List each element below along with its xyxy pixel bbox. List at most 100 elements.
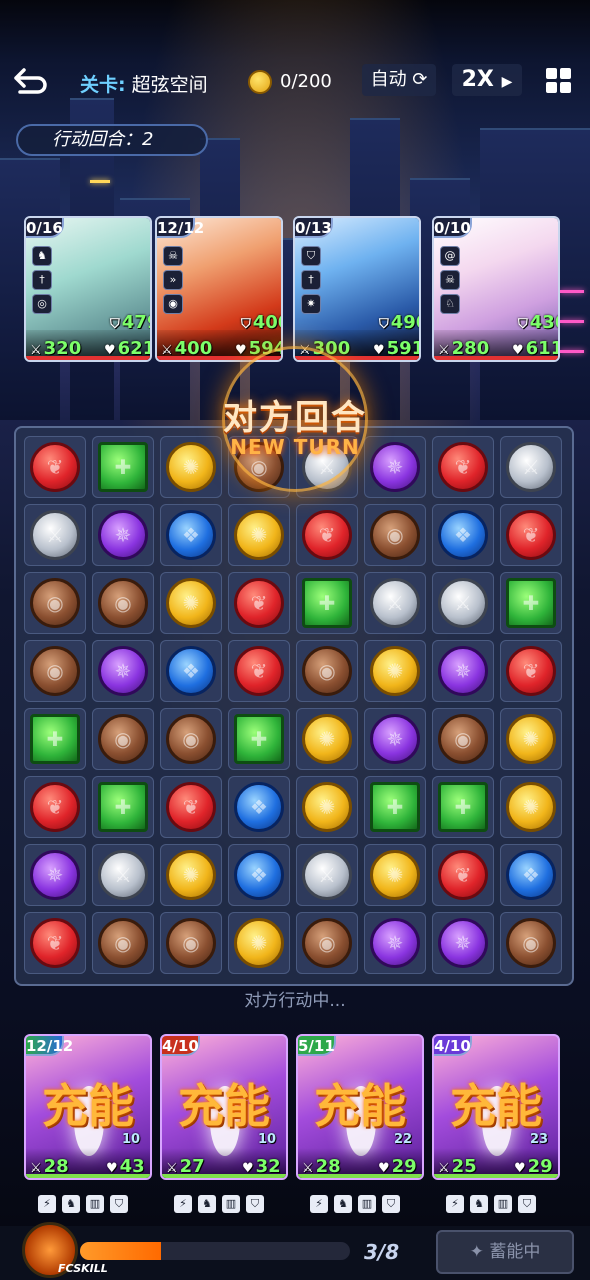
board-cell[interactable]: ✚ (92, 436, 154, 498)
board-cell[interactable]: ◉ (160, 912, 222, 974)
board-cell[interactable]: ❖ (160, 504, 222, 566)
board-cell[interactable]: ✵ (432, 640, 494, 702)
board-cell[interactable]: ◉ (92, 708, 154, 770)
board-cell[interactable]: ◉ (296, 912, 358, 974)
hero-defense: ⛉400 (241, 312, 281, 333)
runner-icon: ♞ (334, 1195, 352, 1213)
board-cell[interactable]: ❦ (24, 912, 86, 974)
board-cell[interactable]: ❦ (160, 776, 222, 838)
player-hero-card-3[interactable]: 5/11 充能 22 ⚔ 28 ♥ 29 (296, 1034, 424, 1180)
player-hero-card-2[interactable]: 4/10 充能 10 ⚔ 27 ♥ 32 (160, 1034, 288, 1180)
board-cell[interactable]: ⚔ (24, 504, 86, 566)
board-cell[interactable]: ✚ (296, 572, 358, 634)
sword-icon: † (301, 270, 321, 290)
enemy-hero-card-2[interactable]: 12/12 ☠»◉ ⛉400 ⚔400 ♥594 (155, 216, 283, 362)
board-cell[interactable]: ⚔ (92, 844, 154, 906)
auto-button[interactable]: 自动 ⟳ (362, 64, 436, 96)
board-cell[interactable]: ✵ (24, 844, 86, 906)
board-cell[interactable]: ✺ (228, 504, 290, 566)
board-cell[interactable]: ◉ (296, 640, 358, 702)
board-cell[interactable]: ✺ (228, 912, 290, 974)
board-cell[interactable]: ✚ (364, 776, 426, 838)
player-hero-card-1[interactable]: 12/12 充能 10 ⚔ 28 ♥ 43 (24, 1034, 152, 1180)
enemy-hero-card-3[interactable]: 0/13 ⛉†✷ ⛉490 ⚔300 ♥591 (293, 216, 421, 362)
charge-label: 充能 (178, 1079, 270, 1133)
purple-gem-icon: ✵ (438, 918, 488, 968)
board-cell[interactable]: ❦ (228, 640, 290, 702)
board-cell[interactable]: ◉ (432, 708, 494, 770)
board-cell[interactable]: ✵ (364, 912, 426, 974)
fast-forward-icon: ▶ (501, 74, 513, 90)
hero-attack: ⚔ 280 (438, 338, 490, 359)
board-cell[interactable]: ✺ (500, 708, 562, 770)
player-hero-card-4[interactable]: 4/10 充能 23 ⚔ 25 ♥ 29 (432, 1034, 560, 1180)
board-cell[interactable]: ✺ (364, 844, 426, 906)
board-cell[interactable]: ✺ (160, 572, 222, 634)
board-cell[interactable]: ❦ (432, 436, 494, 498)
board-cell[interactable]: ❖ (228, 844, 290, 906)
armor-icon: ▥ (494, 1195, 512, 1213)
board-cell[interactable]: ✵ (92, 504, 154, 566)
board-cell[interactable]: ❖ (160, 640, 222, 702)
speed-button[interactable]: 2X ▶ (452, 64, 522, 96)
board-cell[interactable]: ❦ (296, 504, 358, 566)
enemy-hero-card-1[interactable]: 0/16 ♞ † ◎ ⛉479 ⚔320 ♥621 (24, 216, 152, 362)
enemy-hero-card-4[interactable]: 0/10 @ ☠ ♘ ⛉430 ⚔280 ♥611 (432, 216, 560, 362)
board-cell[interactable]: ◉ (24, 640, 86, 702)
back-arrow-icon[interactable] (12, 66, 48, 96)
card-skill-icons-4: ⚡ ♞ ▥ ⛉ (446, 1192, 542, 1213)
board-cell[interactable]: ✵ (432, 912, 494, 974)
red-gem-icon: ❦ (30, 782, 80, 832)
stage-name: 超弦空间 (131, 74, 208, 96)
wand-icon: ✦ (469, 1242, 484, 1262)
yellow-gem-icon: ✺ (166, 578, 216, 628)
board-cell[interactable]: ❦ (500, 640, 562, 702)
heart-icon: ♥ (242, 1161, 254, 1176)
board-cell[interactable]: ⚔ (296, 844, 358, 906)
board-cell[interactable]: ⚔ (500, 436, 562, 498)
board-cell[interactable]: ✚ (432, 776, 494, 838)
silver-gem-icon: ⚔ (438, 578, 488, 628)
charge-label: 充能 (42, 1079, 134, 1133)
board-cell[interactable]: ✺ (160, 844, 222, 906)
hero-energy-count: 0/13 (295, 218, 333, 238)
board-cell[interactable]: ◉ (500, 912, 562, 974)
board-cell[interactable]: ✺ (296, 776, 358, 838)
board-cell[interactable]: ❦ (500, 504, 562, 566)
board-cell[interactable]: ✺ (500, 776, 562, 838)
menu-grid-icon[interactable] (546, 68, 572, 94)
board-cell[interactable]: ◉ (92, 572, 154, 634)
card-attack: ⚔ 27 (166, 1156, 205, 1177)
shield-icon: ⛉ (241, 317, 251, 332)
red-gem-icon: ❦ (30, 918, 80, 968)
attack-icon: ⚔ (166, 1161, 178, 1176)
shield-icon: ⛉ (301, 246, 321, 266)
armor-icon: ▥ (358, 1195, 376, 1213)
board-cell[interactable]: ❖ (228, 776, 290, 838)
board-cell[interactable]: ❦ (228, 572, 290, 634)
board-cell[interactable]: ✚ (500, 572, 562, 634)
board-cell[interactable]: ◉ (364, 504, 426, 566)
board-cell[interactable]: ✺ (364, 640, 426, 702)
board-cell[interactable]: ✚ (228, 708, 290, 770)
card-sub-value: 23 (530, 1132, 549, 1147)
board-cell[interactable]: ✚ (92, 776, 154, 838)
board-cell[interactable]: ❖ (500, 844, 562, 906)
board-cell[interactable]: ◉ (24, 572, 86, 634)
board-cell[interactable]: ✵ (364, 708, 426, 770)
board-cell[interactable]: ⚔ (432, 572, 494, 634)
stage-label: 关卡: (80, 74, 126, 96)
board-cell[interactable]: ✵ (92, 640, 154, 702)
board-cell[interactable]: ❦ (24, 776, 86, 838)
yellow-gem-icon: ✺ (234, 510, 284, 560)
charging-button[interactable]: ✦ 蓄能中 (436, 1230, 574, 1274)
board-cell[interactable]: ◉ (92, 912, 154, 974)
board-cell[interactable]: ◉ (160, 708, 222, 770)
board-cell[interactable]: ❦ (24, 436, 86, 498)
board-cell[interactable]: ✺ (296, 708, 358, 770)
board-cell[interactable]: ❦ (432, 844, 494, 906)
board-cell[interactable]: ✚ (24, 708, 86, 770)
coin-icon (248, 70, 272, 94)
board-cell[interactable]: ⚔ (364, 572, 426, 634)
board-cell[interactable]: ❖ (432, 504, 494, 566)
